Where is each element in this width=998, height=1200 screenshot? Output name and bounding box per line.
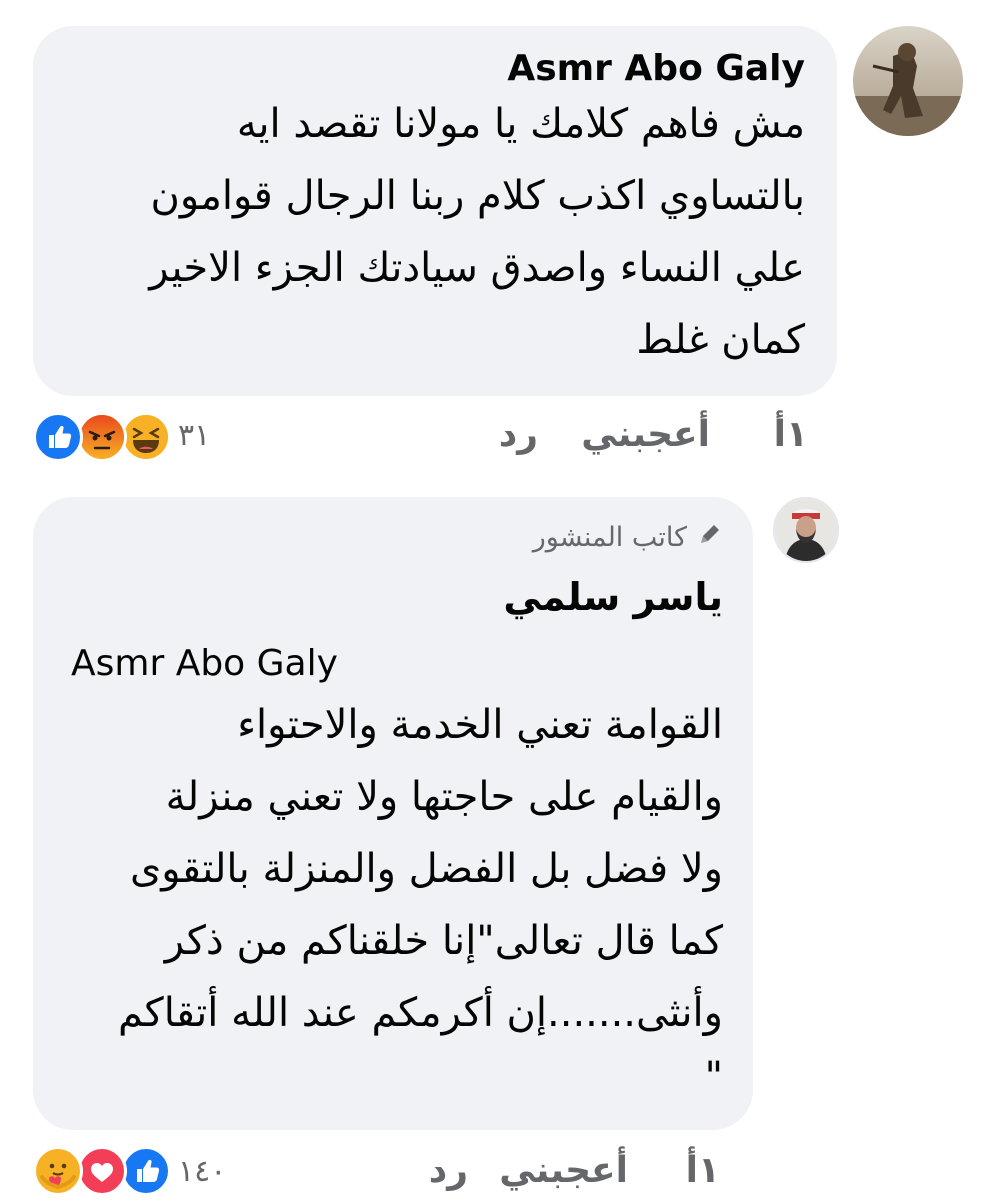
comment-line: علي النساء واصدق سيادتك الجزء الاخير: [149, 245, 805, 291]
comment-time[interactable]: ١أ: [686, 1150, 720, 1191]
comment-author[interactable]: ياسر سلمي: [503, 575, 723, 619]
comment-bubble: كاتب المنشور ياسر سلمي Asmr Abo Galy الق…: [33, 497, 753, 1130]
comment-line: كمان غلط: [636, 317, 805, 363]
like-icon: [121, 1146, 171, 1196]
like-button[interactable]: أعجبني: [499, 1150, 628, 1191]
author-badge-label: كاتب المنشور: [532, 522, 687, 553]
pencil-icon: [697, 521, 723, 554]
reactions-summary[interactable]: [33, 412, 173, 462]
love-icon: [77, 1146, 127, 1196]
commenter-avatar[interactable]: [853, 26, 963, 136]
comment-time[interactable]: ١أ: [774, 414, 808, 455]
like-button[interactable]: أعجبني: [581, 414, 710, 455]
comment-line: ": [704, 1054, 723, 1100]
haha-icon: [121, 412, 171, 462]
angry-icon: [77, 412, 127, 462]
reaction-count[interactable]: ٣١: [178, 418, 210, 453]
comment-line: مش فاهم كلامك يا مولانا تقصد ايه: [236, 101, 805, 147]
comment-line: كما قال تعالى"إنا خلقناكم من ذكر: [164, 918, 723, 964]
comment-line: ولا فضل بل الفضل والمنزلة بالتقوى: [129, 846, 723, 892]
comment-author[interactable]: Asmr Abo Galy: [507, 48, 805, 89]
comment-text: القوامة تعني الخدمة والاحتواء والقيام عل…: [118, 689, 723, 1105]
care-icon: [33, 1146, 83, 1196]
author-avatar[interactable]: [773, 497, 839, 563]
comment-text: مش فاهم كلامك يا مولانا تقصد ايه بالتساو…: [149, 88, 805, 376]
comment-line: والقيام على حاجتها ولا تعني منزلة: [165, 774, 723, 820]
comment-line: القوامة تعني الخدمة والاحتواء: [237, 702, 723, 748]
comment-bubble: Asmr Abo Galy مش فاهم كلامك يا مولانا تق…: [33, 26, 837, 396]
author-badge: كاتب المنشور: [533, 521, 723, 554]
reactions-summary[interactable]: [33, 1146, 173, 1196]
like-icon: [33, 412, 83, 462]
comment-line: وأنثى.......إن أكرمكم عند الله أتقاكم: [118, 990, 723, 1036]
reply-button[interactable]: رد: [499, 414, 538, 455]
reaction-count[interactable]: ١٤٠: [178, 1154, 226, 1189]
reply-button[interactable]: رد: [429, 1150, 468, 1191]
mention-link[interactable]: Asmr Abo Galy: [71, 643, 338, 684]
comment-line: بالتساوي اكذب كلام ربنا الرجال قوامون: [150, 173, 805, 219]
